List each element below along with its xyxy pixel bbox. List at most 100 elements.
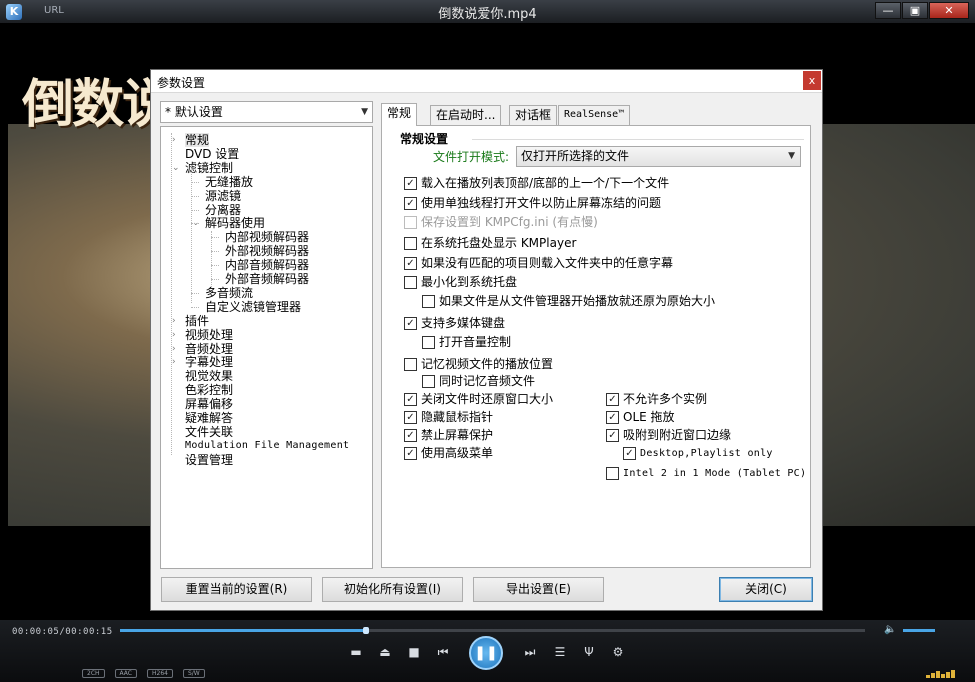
checkbox-checked-icon[interactable]: ✓: [606, 411, 619, 424]
close-window-button[interactable]: ✕: [929, 2, 969, 19]
option-label: 吸附到附近窗口边缘: [623, 428, 732, 442]
option-label: 保存设置到 KMPCfg.ini (有点慢): [421, 215, 598, 229]
stop-icon[interactable]: ■: [405, 643, 423, 661]
tree-item[interactable]: 内部音频解码器: [225, 258, 309, 272]
checkbox-unchecked-icon[interactable]: [422, 295, 435, 308]
collapsed-chevron-icon[interactable]: ›: [172, 133, 181, 147]
option-label: 隐藏鼠标指针: [421, 410, 494, 424]
seek-handle[interactable]: [362, 627, 369, 634]
tab-2[interactable]: 对话框: [509, 105, 558, 125]
tab-1[interactable]: 在启动时...: [430, 105, 502, 125]
tree-item[interactable]: 屏幕偏移: [185, 397, 233, 411]
close-button[interactable]: 关闭(C): [719, 577, 813, 602]
checkbox-unchecked-icon[interactable]: [404, 358, 417, 371]
export-button[interactable]: 导出设置(E): [473, 577, 604, 602]
tab-0[interactable]: 常规: [381, 103, 418, 126]
open-mode-select[interactable]: 仅打开所选择的文件 ▼: [516, 146, 801, 167]
checkbox-checked-icon[interactable]: ✓: [606, 429, 619, 442]
option-label: 关闭文件时还原窗口大小: [421, 392, 554, 406]
tree-connector: [191, 209, 199, 211]
checkbox-unchecked-icon[interactable]: [404, 276, 417, 289]
pause-icon[interactable]: ❚❚: [469, 636, 503, 670]
section-title: 常规设置: [400, 132, 449, 146]
volume-icon[interactable]: 🔈: [884, 624, 896, 635]
tree-item[interactable]: 插件: [185, 314, 209, 328]
equalizer-icon[interactable]: Ψ: [580, 643, 598, 661]
video-codec-badge: H264: [147, 669, 173, 678]
checkbox-unchecked-icon[interactable]: [404, 237, 417, 250]
tree-connector: [191, 306, 199, 308]
option-label: 在系统托盘处显示 KMPlayer: [421, 236, 577, 250]
option-label: 记忆视频文件的播放位置: [421, 357, 554, 371]
reset-current-button[interactable]: 重置当前的设置(R): [161, 577, 312, 602]
tree-item[interactable]: 分离器: [205, 203, 241, 217]
dialog-title: 参数设置: [157, 76, 206, 90]
tree-item[interactable]: 自定义滤镜管理器: [205, 300, 301, 314]
tree-item[interactable]: 无缝播放: [205, 175, 253, 189]
tab-3[interactable]: RealSense™: [558, 105, 631, 125]
checkbox-checked-icon[interactable]: ✓: [606, 393, 619, 406]
tree-item[interactable]: 外部音频解码器: [225, 272, 309, 286]
tree-item[interactable]: Modulation File Management: [185, 439, 349, 453]
checkbox-checked-icon[interactable]: ✓: [404, 177, 417, 190]
checkbox-checked-icon[interactable]: ✓: [404, 317, 417, 330]
option-label: 如果文件是从文件管理器开始播放就还原为原始大小: [439, 294, 716, 308]
checkbox-checked-icon[interactable]: ✓: [404, 447, 417, 460]
playlist-icon[interactable]: ☰: [551, 643, 569, 661]
settings-tree[interactable]: 常规 › DVD 设置 滤镜控制 ⌄ 无缝播放 源滤镜 分离器 解码器使用 ⌄ 内部视频解码器 外部视…: [160, 126, 373, 569]
seek-bar[interactable]: [120, 627, 865, 634]
tree-connector: [211, 251, 219, 253]
tree-item[interactable]: 色彩控制: [185, 383, 233, 397]
checkbox-checked-icon[interactable]: ✓: [404, 429, 417, 442]
control-bar: 00:00:05/00:00:15 🔈 ▬ ⏏ ■ ⏮ ❚❚ ⏭ ☰ Ψ ⚙ 2…: [0, 620, 975, 682]
tree-item[interactable]: 解码器使用: [205, 216, 265, 230]
option-label: 如果没有匹配的项目则载入文件夹中的任意字幕: [421, 256, 674, 270]
decoder-badge: S/W: [182, 669, 205, 678]
dialog-close-button[interactable]: x: [803, 71, 821, 90]
chevron-down-icon: ▼: [361, 107, 368, 117]
checkbox-checked-icon[interactable]: ✓: [623, 447, 636, 460]
checkbox-checked-icon[interactable]: ✓: [404, 411, 417, 424]
checkbox-unchecked-icon[interactable]: [606, 467, 619, 480]
collapsed-chevron-icon[interactable]: ›: [172, 342, 181, 356]
checkbox-unchecked-icon[interactable]: [422, 375, 435, 388]
tree-item[interactable]: 字幕处理: [185, 355, 233, 369]
checkbox-checked-icon[interactable]: ✓: [404, 393, 417, 406]
previous-icon[interactable]: ⏮: [434, 643, 452, 661]
expanded-chevron-icon[interactable]: ⌄: [172, 161, 181, 175]
tree-item[interactable]: 疑难解答: [185, 411, 233, 425]
dialog-titlebar: 参数设置 x: [151, 70, 822, 93]
tree-item[interactable]: DVD 设置: [185, 147, 239, 161]
subtitle-icon[interactable]: ▬: [347, 643, 365, 661]
tree-item[interactable]: 常规: [185, 133, 210, 147]
tree-item[interactable]: 文件关联: [185, 425, 233, 439]
tree-item[interactable]: 多音频流: [205, 286, 253, 300]
tree-item[interactable]: 滤镜控制: [185, 161, 233, 175]
tree-item[interactable]: 音频处理: [185, 342, 233, 356]
tree-connector: [211, 237, 219, 239]
checkbox-unchecked-icon[interactable]: [422, 336, 435, 349]
profile-select-value: * 默认设置: [165, 105, 223, 119]
tree-item[interactable]: 源滤镜: [205, 189, 241, 203]
restore-button[interactable]: ▣: [902, 2, 928, 19]
tree-item[interactable]: 视频处理: [185, 328, 233, 342]
option-label: 使用单独线程打开文件以防止屏幕冻结的问题: [421, 196, 662, 210]
tree-item[interactable]: 视觉效果: [185, 369, 233, 383]
eject-icon[interactable]: ⏏: [376, 643, 394, 661]
next-icon[interactable]: ⏭: [521, 643, 539, 661]
profile-select[interactable]: * 默认设置 ▼: [160, 101, 373, 123]
settings-icon[interactable]: ⚙: [609, 643, 627, 661]
tree-item[interactable]: 内部视频解码器: [225, 230, 309, 244]
preferences-dialog: 参数设置 x * 默认设置 ▼ 常规 › DVD 设置 滤镜控制 ⌄ 无缝播放 源滤镜 分离器…: [150, 69, 823, 611]
collapsed-chevron-icon[interactable]: ›: [172, 314, 181, 328]
tree-item[interactable]: 外部视频解码器: [225, 244, 309, 258]
volume-slider[interactable]: [903, 629, 935, 632]
init-all-button[interactable]: 初始化所有设置(I): [322, 577, 463, 602]
checkbox-checked-icon[interactable]: ✓: [404, 257, 417, 270]
minimize-button[interactable]: —: [875, 2, 901, 19]
checkbox-checked-icon[interactable]: ✓: [404, 197, 417, 210]
tree-item[interactable]: 设置管理: [185, 453, 233, 467]
collapsed-chevron-icon[interactable]: ›: [172, 328, 181, 342]
option-label: Intel 2 in 1 Mode (Tablet PC): [623, 468, 807, 479]
collapsed-chevron-icon[interactable]: ›: [172, 355, 181, 369]
